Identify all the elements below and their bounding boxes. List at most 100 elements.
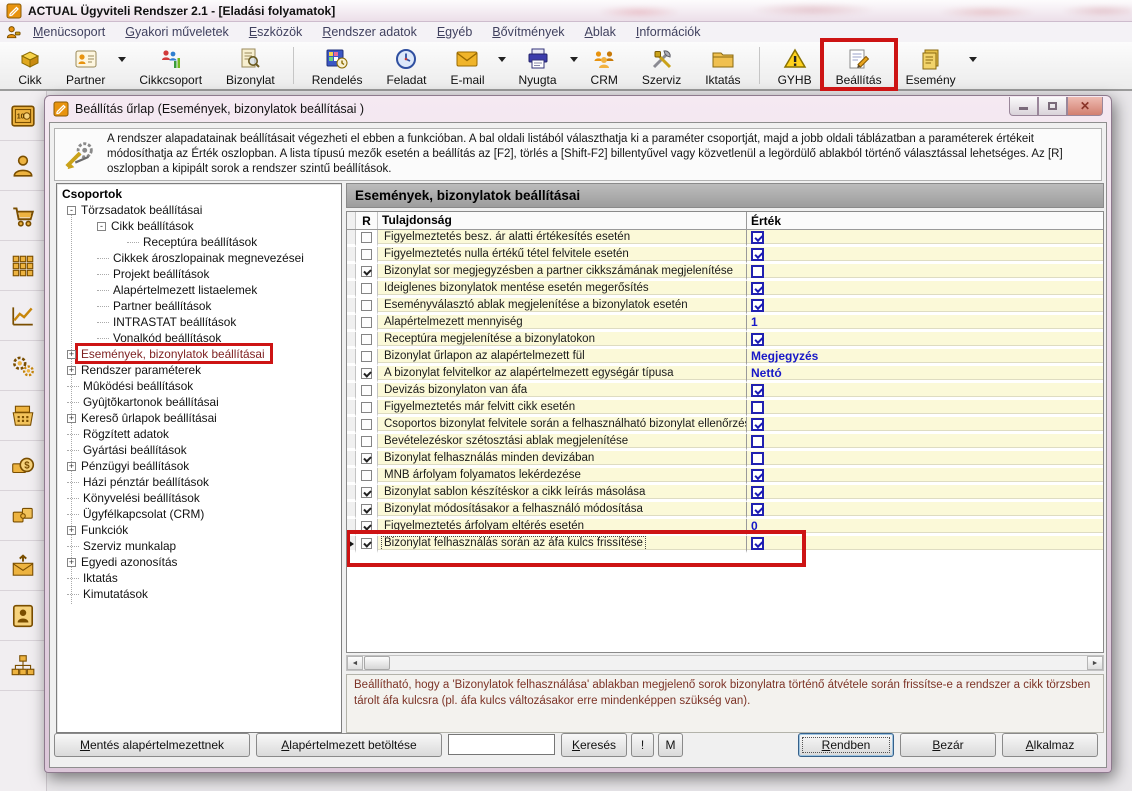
tree-item-11[interactable]: +Rendszer paraméterek [57, 362, 341, 378]
tree-item-label[interactable]: Iktatás [81, 571, 120, 585]
tree-item-4[interactable]: Cikkek ároszlopainak megnevezései [57, 250, 341, 266]
dialog-titlebar[interactable]: Beállítás űrlap (Események, bizonylatok … [45, 96, 1111, 122]
system-level-checkbox[interactable] [361, 232, 372, 243]
table-row-15[interactable]: MNB árfolyam folyamatos lekérdezése [347, 468, 1103, 485]
value-cell[interactable] [747, 264, 1103, 281]
tree-item-14[interactable]: +Keresõ ûrlapok beállításai [57, 410, 341, 426]
maximize-button[interactable] [1038, 97, 1067, 116]
sidebar-button-chart[interactable] [0, 291, 46, 341]
tree-item-label[interactable]: Rögzített adatok [81, 427, 171, 441]
value-cell[interactable] [747, 417, 1103, 434]
tree-item-label[interactable]: Események, bizonylatok beállításai [79, 347, 267, 361]
value-text[interactable]: 1 [751, 316, 758, 329]
value-checkbox[interactable] [751, 537, 764, 550]
value-checkbox[interactable] [751, 333, 764, 346]
value-cell[interactable] [747, 468, 1103, 485]
table-row-2[interactable]: Figyelmeztetés nulla értékű tétel felvit… [347, 247, 1103, 264]
system-level-checkbox[interactable] [361, 317, 372, 328]
sidebar-button-cart[interactable] [0, 191, 46, 241]
expand-icon[interactable]: + [67, 366, 76, 375]
tree-item-label[interactable]: Gyûjtõkartonok beállításai [81, 395, 221, 409]
value-checkbox[interactable] [751, 401, 764, 414]
tree-item-8[interactable]: INTRASTAT beállítások [57, 314, 341, 330]
ok-button[interactable]: Rendben [798, 733, 894, 757]
tree-item-7[interactable]: Partner beállítások [57, 298, 341, 314]
menu-item-4[interactable]: Rendszer adatok [312, 24, 427, 40]
sidebar-button-customer[interactable] [0, 141, 46, 191]
value-checkbox[interactable] [751, 452, 764, 465]
toolbar-button-e-mail[interactable]: E-mail [441, 42, 493, 89]
tree-item-label[interactable]: INTRASTAT beállítások [111, 315, 238, 329]
value-checkbox[interactable] [751, 248, 764, 261]
sidebar-button-gears[interactable] [0, 341, 46, 391]
toolbar-button-cikkcsoport[interactable]: Cikkcsoport [130, 42, 211, 89]
tree-item-10[interactable]: +Események, bizonylatok beállításai [57, 346, 341, 362]
scroll-right-icon[interactable]: ► [1087, 656, 1103, 670]
tree-item-label[interactable]: Ügyfélkapcsolat (CRM) [81, 507, 206, 521]
system-level-checkbox[interactable] [361, 266, 372, 277]
value-checkbox[interactable] [751, 435, 764, 448]
value-checkbox[interactable] [751, 384, 764, 397]
tree-item-17[interactable]: +Pénzügyi beállítások [57, 458, 341, 474]
tree-item-label[interactable]: Egyedi azonosítás [79, 555, 179, 569]
sidebar-button-modules-grid[interactable] [0, 241, 46, 291]
expand-icon[interactable]: + [67, 350, 76, 359]
toolbar-button-crm[interactable]: CRM [582, 42, 627, 89]
table-row-11[interactable]: Figyelmeztetés már felvitt cikk esetén [347, 400, 1103, 417]
scrollbar-track[interactable] [363, 656, 1087, 670]
tree-item-label[interactable]: Funkciók [79, 523, 130, 537]
value-cell[interactable] [747, 485, 1103, 502]
menu-item-6[interactable]: Bővítmények [482, 24, 574, 40]
tree-item-label[interactable]: Projekt beállítások [111, 267, 211, 281]
table-row-4[interactable]: Ideiglenes bizonylatok mentése esetén me… [347, 281, 1103, 298]
toolbar-button-nyugta[interactable]: Nyugta [510, 42, 566, 89]
collapse-icon[interactable]: - [97, 222, 106, 231]
tree-item-label[interactable]: Pénzügyi beállítások [79, 459, 191, 473]
system-level-checkbox[interactable] [361, 436, 372, 447]
toolbar-button-szerviz[interactable]: Szerviz [633, 42, 690, 89]
sidebar-button-cash-register[interactable] [0, 391, 46, 441]
value-text[interactable]: 0 [751, 520, 758, 533]
value-cell[interactable] [747, 536, 1103, 553]
table-row-17[interactable]: Bizonylat módosításakor a felhasználó mó… [347, 502, 1103, 519]
tree-item-18[interactable]: Házi pénztár beállítások [57, 474, 341, 490]
load-default-button[interactable]: Alapértelmezett betöltése [256, 733, 442, 757]
tree-item-label[interactable]: Receptúra beállítások [141, 235, 259, 249]
tree-item-3[interactable]: Receptúra beállítások [57, 234, 341, 250]
value-text[interactable]: Nettó [751, 367, 782, 380]
table-row-19[interactable]: Bizonylat felhasználás során az áfa kulc… [347, 536, 1103, 553]
menu-item-5[interactable]: Egyéb [427, 24, 482, 40]
scrollbar-thumb[interactable] [364, 656, 390, 670]
collapse-icon[interactable]: - [67, 206, 76, 215]
chevron-down-icon[interactable] [498, 42, 506, 89]
tree-item-5[interactable]: Projekt beállítások [57, 266, 341, 282]
value-checkbox[interactable] [751, 486, 764, 499]
value-cell[interactable]: Nettó [747, 366, 1103, 383]
system-level-checkbox[interactable] [361, 538, 372, 549]
table-row-8[interactable]: Bizonylat űrlapon az alapértelmezett fül… [347, 349, 1103, 366]
value-cell[interactable] [747, 434, 1103, 451]
value-cell[interactable] [747, 502, 1103, 519]
tree-item-13[interactable]: Gyûjtõkartonok beállításai [57, 394, 341, 410]
system-level-checkbox[interactable] [361, 368, 372, 379]
tree-item-label[interactable]: Cikk beállítások [109, 219, 196, 233]
system-level-checkbox[interactable] [361, 504, 372, 515]
table-row-18[interactable]: Figyelmeztetés árfolyam eltérés esetén0 [347, 519, 1103, 536]
value-checkbox[interactable] [751, 231, 764, 244]
memo-button[interactable]: M [658, 733, 683, 757]
value-checkbox[interactable] [751, 282, 764, 295]
system-level-checkbox[interactable] [361, 249, 372, 260]
table-row-5[interactable]: Eseményválasztó ablak megjelenítése a bi… [347, 298, 1103, 315]
value-cell[interactable]: Megjegyzés [747, 349, 1103, 366]
table-row-14[interactable]: Bizonylat felhasználás minden devizában [347, 451, 1103, 468]
toolbar-button-cikk[interactable]: Cikk [9, 42, 51, 89]
menu-item-2[interactable]: Gyakori műveletek [115, 24, 239, 40]
tree-item-label[interactable]: Gyártási beállítások [81, 443, 189, 457]
value-cell[interactable] [747, 247, 1103, 264]
menu-item-7[interactable]: Ablak [575, 24, 626, 40]
system-level-checkbox[interactable] [361, 402, 372, 413]
system-level-checkbox[interactable] [361, 453, 372, 464]
tree-item-label[interactable]: Házi pénztár beállítások [81, 475, 211, 489]
value-cell[interactable] [747, 383, 1103, 400]
tree-item-1[interactable]: -Törzsadatok beállításai [57, 202, 341, 218]
